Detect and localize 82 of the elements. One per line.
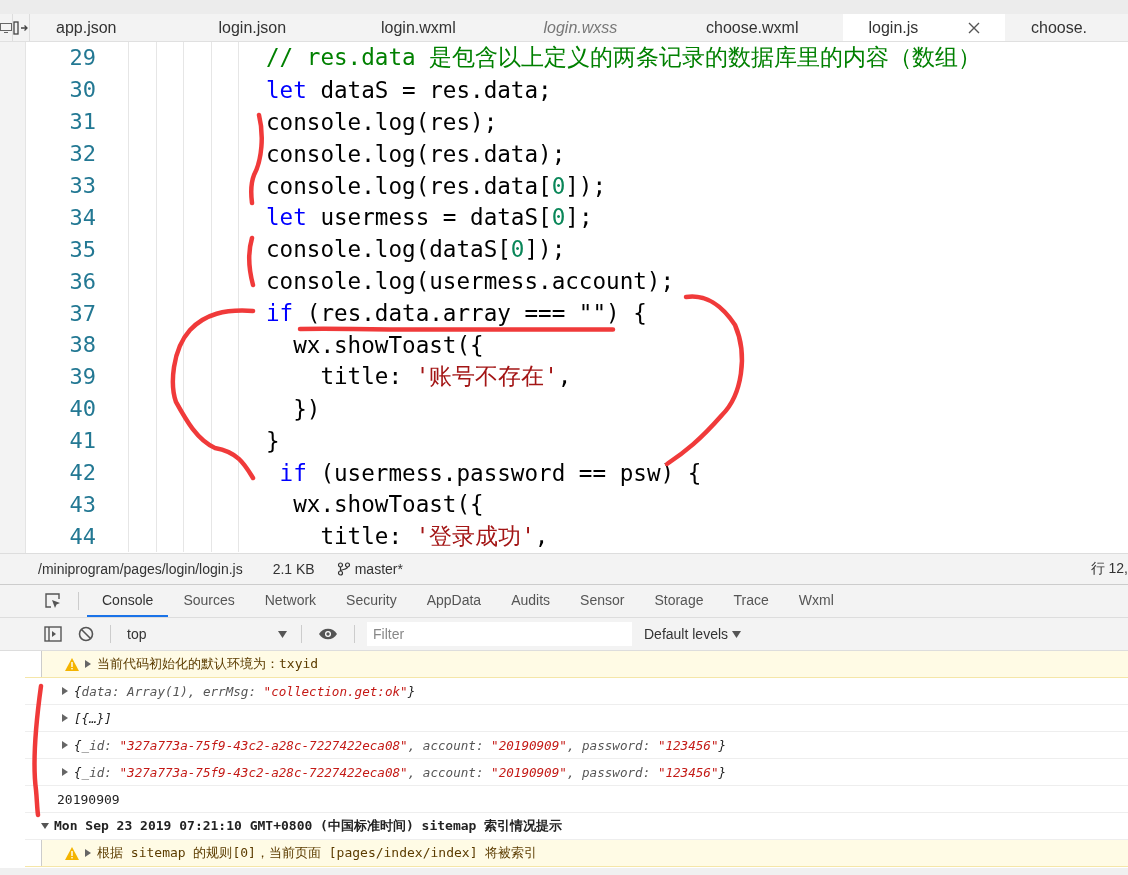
code-line: console.log(dataS[0]); (266, 236, 566, 263)
expanded-triangle-icon[interactable] (41, 822, 49, 830)
line-number: 39 (68, 364, 96, 390)
code-line: wx.showToast({ (292, 331, 484, 358)
warning-icon (65, 846, 79, 860)
branch-icon (336, 562, 351, 576)
collapsed-triangle-icon[interactable] (84, 660, 92, 668)
warning-message: 当前代码初始化的默认环境为：txyid (97, 655, 319, 673)
code-line: console.log(res.data[0]); (266, 172, 607, 199)
code-line: } (266, 427, 280, 454)
code-line: wx.showToast({ (292, 491, 484, 518)
file-path: /miniprogram/pages/login/login.js (38, 561, 243, 577)
devtools-tab[interactable]: Wxml (783, 585, 849, 617)
collapsed-triangle-icon[interactable] (84, 849, 92, 857)
file-tab[interactable]: choose.wxml (680, 14, 843, 41)
line-number: 33 (68, 173, 96, 198)
code-line: if (res.data.array === "") { (266, 300, 647, 327)
sidebar-toggle-icon[interactable] (13, 20, 29, 35)
inspect-icon[interactable] (44, 592, 62, 610)
dropdown-caret-icon (278, 630, 287, 638)
line-number: 29 (68, 45, 96, 71)
code-line: console.log(usermess.account); (266, 268, 675, 295)
context-select[interactable]: top (119, 618, 293, 650)
devtools-tab[interactable]: Network (249, 585, 332, 617)
line-number: 30 (68, 77, 96, 103)
code-line: let usermess = dataS[0]; (266, 204, 593, 231)
file-tab[interactable]: login.js (842, 14, 1005, 41)
line-number: 44 (68, 523, 96, 549)
collapsed-triangle-icon[interactable] (61, 741, 69, 749)
code-line: // res.data 是包含以上定义的两条记录的数据库里的内容（数组） (266, 43, 982, 73)
line-number: 43 (68, 491, 96, 517)
file-tab[interactable]: app.json (30, 14, 193, 41)
line-number: 41 (68, 428, 96, 454)
code-line: let dataS = res.data; (266, 76, 552, 103)
devtools-tab[interactable]: AppData (411, 585, 497, 617)
log-message: 20190909 (57, 791, 120, 807)
line-number: 35 (68, 236, 96, 262)
collapsed-triangle-icon[interactable] (61, 687, 69, 695)
log-levels-dropdown[interactable]: Default levels (632, 618, 742, 650)
line-number: 31 (68, 109, 96, 135)
file-tab[interactable]: login.json (192, 14, 355, 41)
devtools-tab[interactable]: Audits (496, 585, 566, 617)
line-number: 36 (68, 268, 96, 294)
clear-console-icon[interactable] (78, 626, 94, 642)
devtools-tab[interactable]: Sources (168, 585, 250, 617)
branch-name[interactable]: master* (354, 561, 403, 577)
code-line: console.log(res.data); (266, 140, 566, 167)
eye-icon[interactable] (318, 628, 338, 640)
cursor-position: 行 12, (1090, 560, 1128, 578)
code-line: title: '登录成功', (319, 521, 549, 551)
collapsed-triangle-icon[interactable] (61, 714, 69, 722)
devtools-tab[interactable]: Trace (718, 585, 784, 617)
filter-input[interactable]: Filter (367, 622, 632, 646)
warning-icon (65, 657, 79, 671)
dropdown-caret-icon (732, 630, 742, 638)
code-line: title: '账号不存在', (319, 362, 572, 392)
devtools-tab[interactable]: Storage (639, 585, 719, 617)
code-line: console.log(res); (266, 108, 498, 135)
sidebar-panel-icon[interactable] (44, 626, 62, 642)
devtools-tab[interactable]: Sensor (565, 585, 640, 617)
warning-message: 根据 sitemap 的规则[0]，当前页面 [pages/index/index] 将被索引 (97, 844, 538, 862)
line-number: 40 (68, 396, 96, 422)
collapsed-triangle-icon[interactable] (61, 768, 69, 776)
logged-object[interactable]: [{…}] (74, 710, 112, 726)
file-tab[interactable]: choose. (1005, 14, 1128, 41)
line-number: 37 (68, 300, 96, 326)
file-tab[interactable]: login.wxml (355, 14, 518, 41)
close-icon[interactable] (968, 21, 981, 34)
line-number: 34 (68, 204, 96, 230)
line-number: 32 (68, 141, 96, 167)
code-line: }) (292, 395, 321, 422)
logged-object[interactable]: {data: Array(1), errMsg: "collection.get:ok"} (74, 683, 416, 699)
group-header[interactable]: Mon Sep 23 2019 07:21:10 GMT+0800 (中国标准时间) sitemap 索引情况提示 (54, 817, 563, 835)
logged-object[interactable]: {_id: "327a773a-75f9-43c2-a28c-7227422eca08", account: "20190909", password: "123456"} (74, 764, 727, 780)
line-number: 38 (68, 332, 96, 358)
file-size: 2.1 KB (272, 561, 315, 577)
code-line: if (usermess.password == psw) { (278, 459, 702, 486)
line-number: 42 (68, 460, 96, 485)
monitor-icon[interactable] (0, 22, 12, 33)
file-tab[interactable]: login.wxss (517, 14, 680, 41)
devtools-tab[interactable]: Security (331, 585, 412, 617)
logged-object[interactable]: {_id: "327a773a-75f9-43c2-a28c-7227422eca08", account: "20190909", password: "123456"} (74, 737, 727, 753)
